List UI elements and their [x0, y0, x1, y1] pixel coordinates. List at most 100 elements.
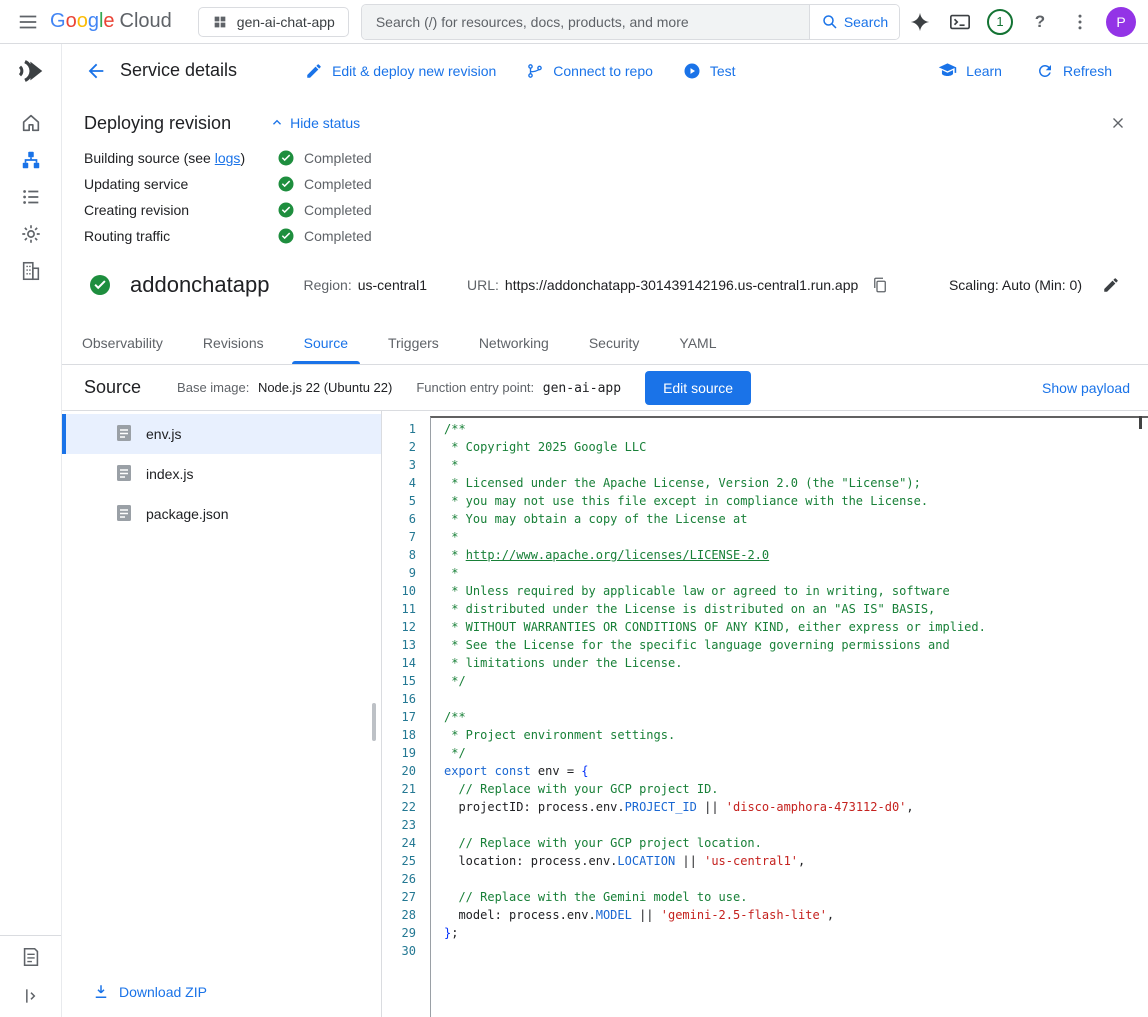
more-vert-icon[interactable] [1060, 2, 1100, 42]
connect-repo-label: Connect to repo [553, 63, 653, 79]
file-row-index-js[interactable]: index.js [62, 454, 381, 494]
tab-revisions[interactable]: Revisions [183, 321, 284, 364]
service-check-circle-icon [88, 273, 112, 297]
refresh-label: Refresh [1063, 63, 1112, 79]
status-row: Building source (see logs) Completed [84, 145, 1124, 171]
status-rows: Building source (see logs) Completed Upd… [84, 145, 1124, 249]
code-line: // Replace with your GCP project ID. [444, 780, 1148, 798]
download-zip-button[interactable]: Download ZIP [92, 983, 207, 1001]
avatar[interactable]: P [1106, 7, 1136, 37]
code-line: * limitations under the License. [444, 654, 1148, 672]
logo-google-word: Google [50, 10, 115, 33]
logo-cloud-word: Cloud [120, 10, 172, 33]
project-selector[interactable]: gen-ai-chat-app [198, 7, 349, 37]
release-notes-icon[interactable] [19, 945, 43, 969]
cloud-shell-icon[interactable] [940, 2, 980, 42]
status-label: Building source (see logs) [84, 150, 277, 166]
check-circle-icon [277, 201, 295, 219]
tab-networking[interactable]: Networking [459, 321, 569, 364]
status-panel-title: Deploying revision [84, 113, 231, 134]
tab-triggers[interactable]: Triggers [368, 321, 459, 364]
line-number: 2 [382, 438, 430, 456]
line-number: 24 [382, 834, 430, 852]
file-row-env-js[interactable]: env.js [62, 414, 381, 454]
main-content: Service details Edit & deploy new revisi… [62, 44, 1148, 1017]
file-icon [116, 504, 132, 525]
copy-icon[interactable] [868, 273, 892, 297]
jobs-list-icon[interactable] [19, 185, 43, 209]
home-icon[interactable] [19, 111, 43, 135]
tab-label: Networking [479, 335, 549, 351]
source-toolbar: Source Base image: Node.js 22 (Ubuntu 22… [62, 365, 1148, 411]
show-payload-link[interactable]: Show payload [1042, 380, 1130, 396]
line-number: 29 [382, 924, 430, 942]
test-label: Test [710, 63, 736, 79]
check-circle-icon [277, 227, 295, 245]
edit-scaling-pencil-icon[interactable] [1098, 272, 1124, 298]
hide-status-label: Hide status [290, 115, 360, 131]
integrations-gear-icon[interactable] [19, 222, 43, 246]
logs-link[interactable]: logs [215, 150, 241, 166]
status-row: Routing traffic Completed [84, 223, 1124, 249]
gemini-icon[interactable] [900, 2, 940, 42]
edit-deploy-button[interactable]: Edit & deploy new revision [293, 54, 508, 88]
connect-repo-button[interactable]: Connect to repo [514, 54, 665, 88]
code-line: * you may not use this file except in co… [444, 492, 1148, 510]
learn-icon [938, 61, 957, 80]
url-value[interactable]: https://addonchatapp-301439142196.us-cen… [505, 277, 858, 293]
status-row: Creating revision Completed [84, 197, 1124, 223]
google-cloud-logo: Google Cloud [50, 10, 172, 33]
tab-yaml[interactable]: YAML [659, 321, 736, 364]
region-value: us-central1 [358, 277, 427, 293]
check-circle-icon [277, 175, 295, 193]
download-zip-label: Download ZIP [119, 984, 207, 1000]
repo-icon [526, 62, 544, 80]
code-line: */ [444, 744, 1148, 762]
file-icon [116, 424, 132, 445]
service-header: addonchatapp Region: us-central1 URL: ht… [62, 249, 1148, 321]
base-image-label: Base image: [177, 380, 249, 395]
file-row-package-json[interactable]: package.json [62, 494, 381, 534]
status-label: Updating service [84, 176, 277, 192]
close-icon[interactable] [1104, 109, 1132, 137]
search-button[interactable]: Search [809, 5, 899, 39]
organization-icon[interactable] [19, 259, 43, 283]
line-number: 25 [382, 852, 430, 870]
line-number: 18 [382, 726, 430, 744]
editor-scrollbar[interactable] [1139, 416, 1142, 429]
download-icon [92, 983, 110, 1001]
file-panel: env.js index.js package.json Download ZI… [62, 411, 382, 1017]
global-search: Search [361, 4, 900, 40]
services-icon[interactable] [19, 148, 43, 172]
line-number: 12 [382, 618, 430, 636]
code-editor[interactable]: 1234567891011121314151617181920212223242… [382, 411, 1148, 1017]
line-number: 1 [382, 420, 430, 438]
test-button[interactable]: Test [671, 54, 748, 88]
search-input[interactable] [362, 5, 809, 39]
line-number: 9 [382, 564, 430, 582]
hide-status-button[interactable]: Hide status [269, 115, 360, 131]
file-panel-scrollbar[interactable] [372, 703, 376, 741]
code-line: * WITHOUT WARRANTIES OR CONDITIONS OF AN… [444, 618, 1148, 636]
refresh-button[interactable]: Refresh [1024, 53, 1124, 88]
tab-security[interactable]: Security [569, 321, 660, 364]
code-line: * http://www.apache.org/licenses/LICENSE… [444, 546, 1148, 564]
line-number: 6 [382, 510, 430, 528]
back-arrow-icon[interactable] [76, 51, 116, 91]
tab-observability[interactable]: Observability [62, 321, 183, 364]
learn-button[interactable]: Learn [926, 53, 1014, 88]
tab-source[interactable]: Source [284, 321, 368, 364]
help-icon[interactable]: ? [1020, 2, 1060, 42]
notification-badge[interactable]: 1 [980, 2, 1020, 42]
line-number: 15 [382, 672, 430, 690]
line-number: 4 [382, 474, 430, 492]
expand-panel-icon[interactable] [19, 984, 43, 1008]
line-number: 5 [382, 492, 430, 510]
source-title: Source [84, 377, 141, 398]
line-number: 11 [382, 600, 430, 618]
edit-source-button[interactable]: Edit source [645, 371, 751, 405]
status-value: Completed [304, 202, 372, 218]
code-line: * Licensed under the Apache License, Ver… [444, 474, 1148, 492]
line-number: 30 [382, 942, 430, 960]
menu-icon[interactable] [8, 2, 48, 42]
